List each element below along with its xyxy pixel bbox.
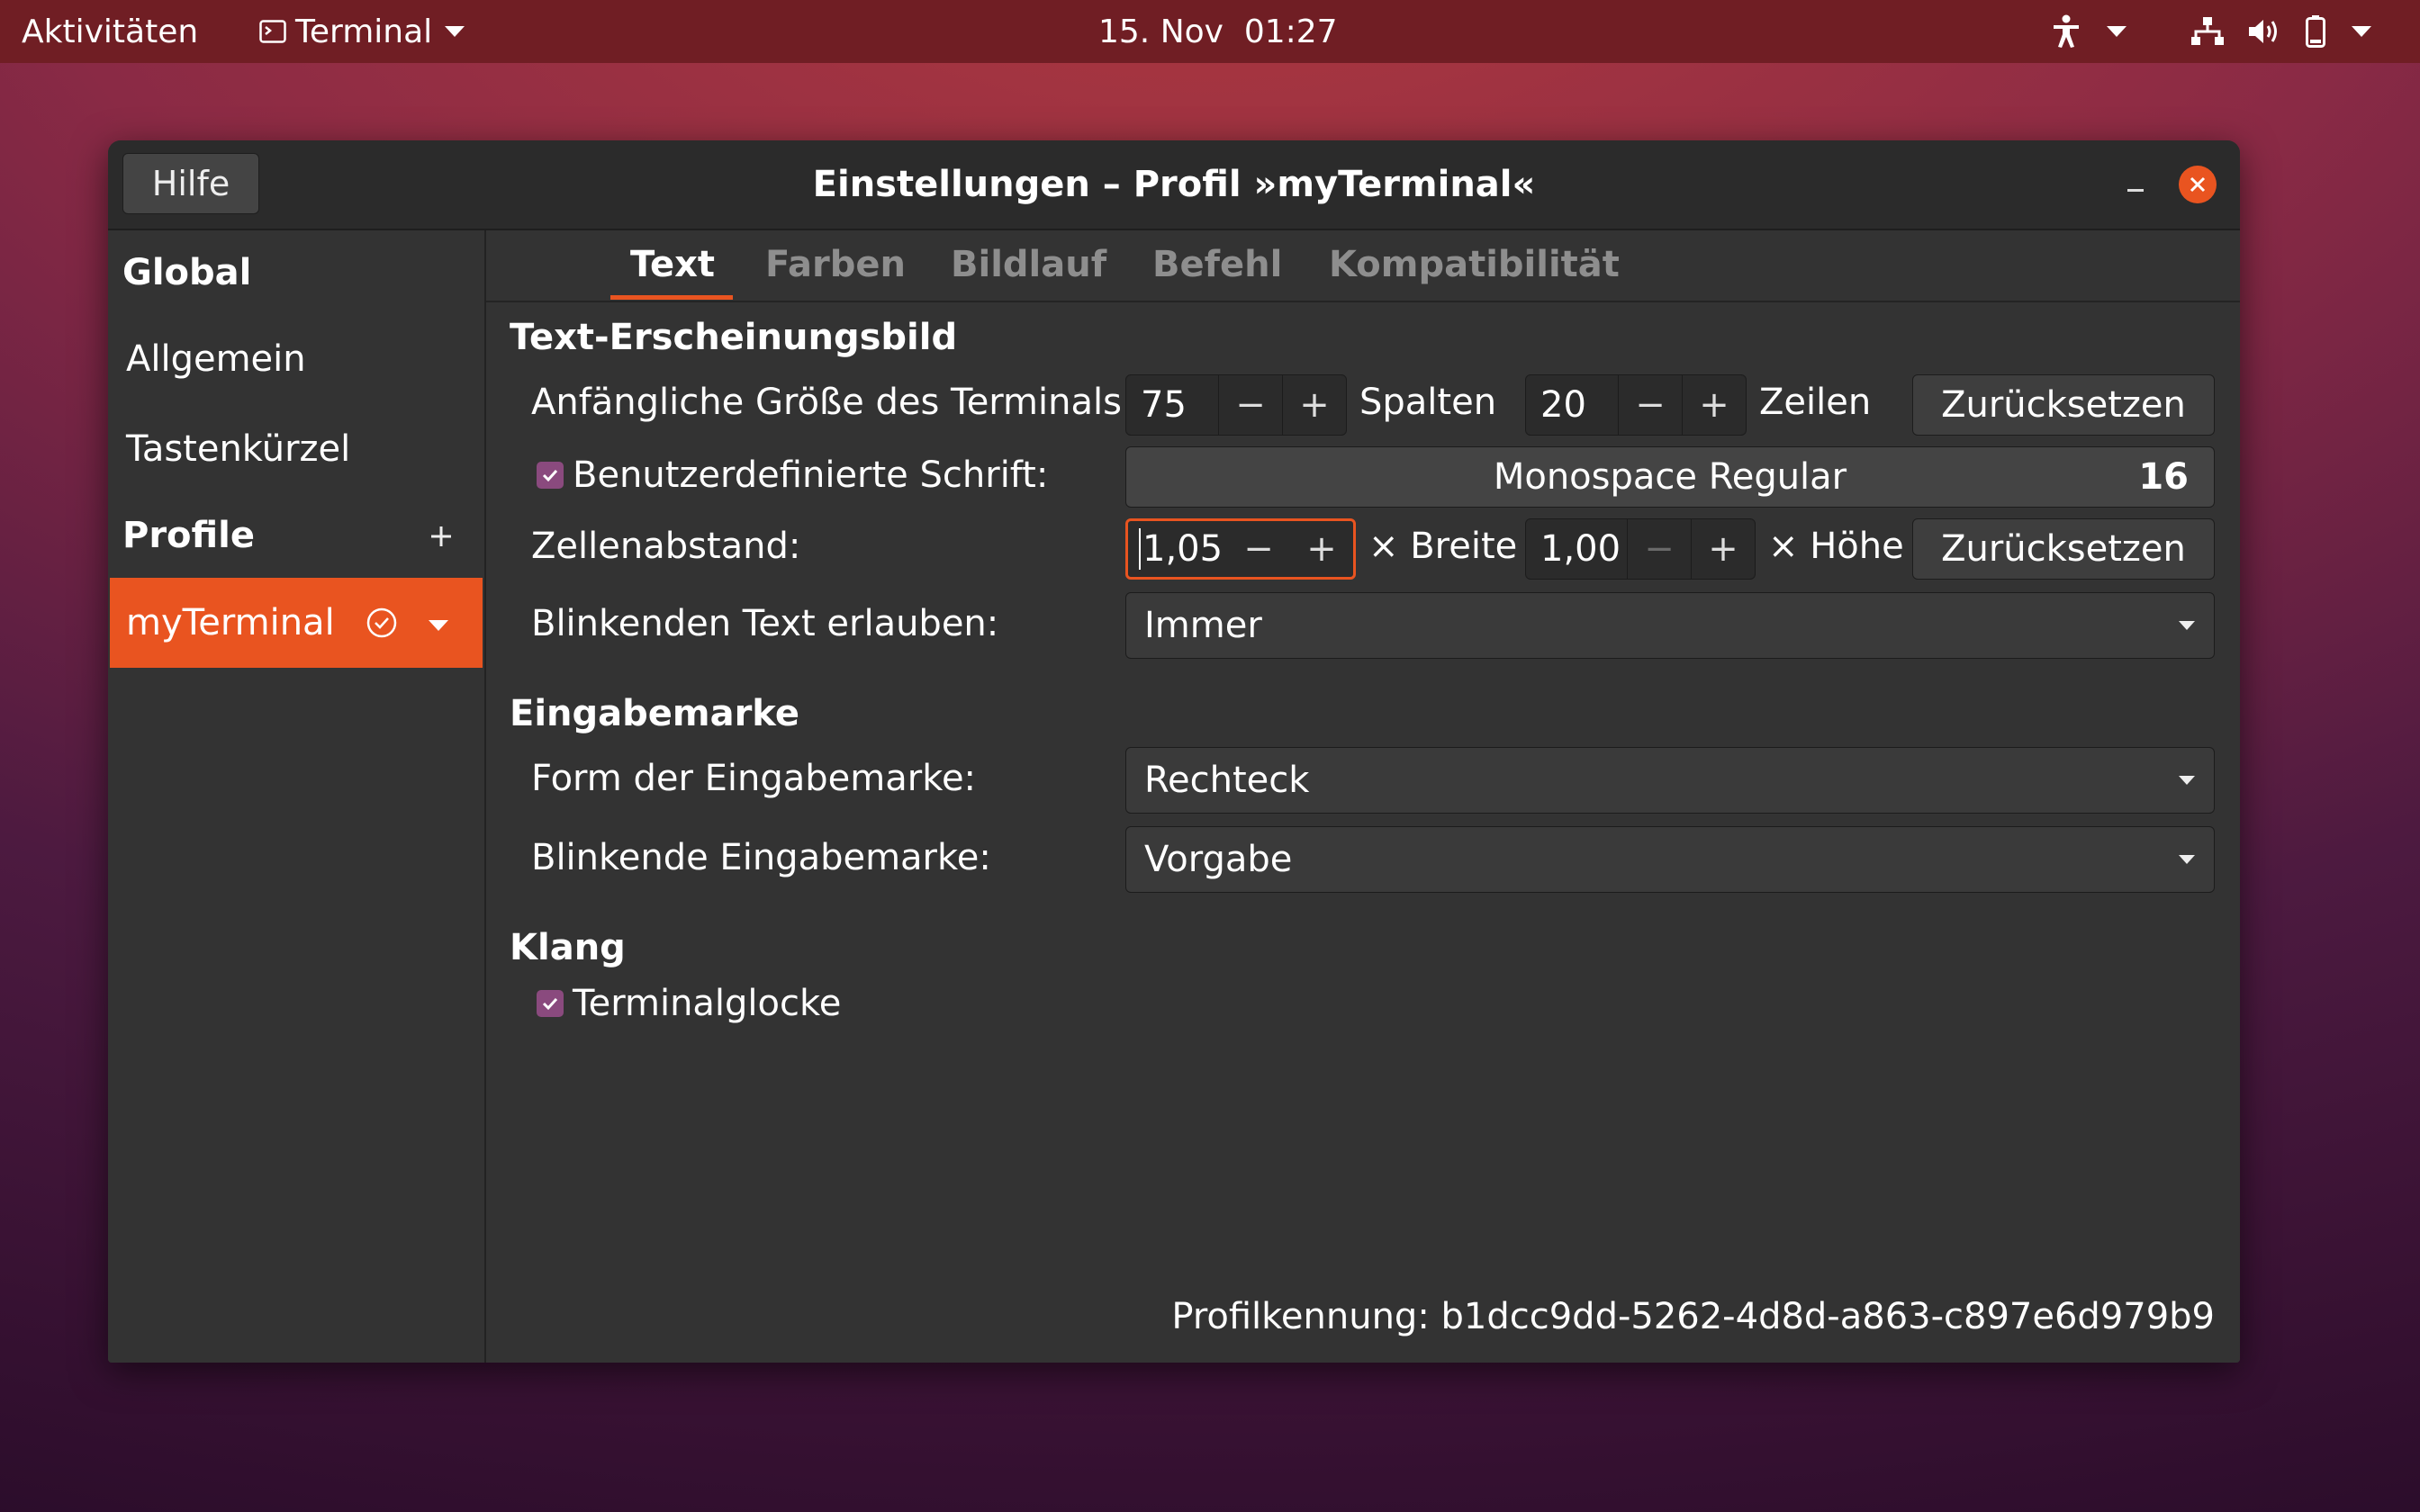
top-bar: Aktivitäten Terminal 15. Nov 01:27 xyxy=(0,0,2420,63)
sidebar-item-profile[interactable]: myTerminal xyxy=(110,578,483,668)
app-menu-label: Terminal xyxy=(295,13,433,50)
checkmark-icon xyxy=(542,997,558,1011)
minimize-button[interactable] xyxy=(2118,166,2154,202)
blink-text-value: Immer xyxy=(1144,605,1262,646)
sidebar: Global Allgemein Tastenkürzel Profile my… xyxy=(108,230,486,1363)
reset-size-button[interactable]: Zurücksetzen xyxy=(1912,374,2215,436)
clock-button[interactable]: 15. Nov 01:27 xyxy=(1098,0,1338,63)
system-menu[interactable] xyxy=(2190,0,2371,63)
terminal-icon xyxy=(259,20,286,43)
terminal-size-label: Anfängliche Größe des Terminals: xyxy=(531,382,1134,423)
activities-button[interactable]: Aktivitäten xyxy=(22,0,198,63)
close-icon xyxy=(2190,176,2206,193)
checkmark-icon xyxy=(542,469,558,482)
columns-unit-label: Spalten xyxy=(1359,382,1497,423)
chevron-down-icon xyxy=(2107,26,2127,37)
custom-font-checkbox[interactable] xyxy=(537,462,564,489)
sidebar-heading-global: Global xyxy=(122,252,252,293)
cursor-shape-label: Form der Eingabemarke: xyxy=(531,758,977,799)
active-tab-indicator xyxy=(610,295,733,300)
blink-text-label: Blinkenden Text erlauben: xyxy=(531,603,999,644)
minimize-icon xyxy=(2127,188,2144,192)
cell-width-decrement-button[interactable]: − xyxy=(1227,521,1290,577)
section-heading-cursor: Eingabemarke xyxy=(510,693,799,734)
font-name: Monospace Regular xyxy=(1493,456,1847,498)
rows-unit-label: Zeilen xyxy=(1759,382,1872,423)
cell-width-value[interactable]: 1,05 xyxy=(1139,528,1227,570)
chevron-down-icon xyxy=(2160,855,2214,864)
datetime-label: 15. Nov 01:27 xyxy=(1098,13,1338,50)
cell-height-spinbutton[interactable]: 1,00 − + xyxy=(1525,518,1756,580)
section-heading-sound: Klang xyxy=(510,927,626,968)
chevron-down-icon xyxy=(429,620,448,631)
chevron-down-icon xyxy=(445,26,465,37)
columns-decrement-button[interactable]: − xyxy=(1218,375,1282,435)
section-heading-text: Text-Erscheinungsbild xyxy=(510,317,958,358)
profile-name: myTerminal xyxy=(126,602,335,644)
window-title: Einstellungen – Profil »myTerminal« xyxy=(812,164,1536,205)
title-bar[interactable]: Einstellungen – Profil »myTerminal« Hilf… xyxy=(108,140,2240,230)
blink-text-combo[interactable]: Immer xyxy=(1125,592,2215,659)
cell-height-increment-button[interactable]: + xyxy=(1691,519,1755,579)
font-chooser-button[interactable]: Monospace Regular 16 xyxy=(1125,446,2215,508)
terminal-bell-label: Terminalglocke xyxy=(573,983,842,1024)
columns-spinbutton[interactable]: 75 − + xyxy=(1125,374,1347,436)
rows-spinbutton[interactable]: 20 − + xyxy=(1525,374,1747,436)
network-icon xyxy=(2190,16,2226,47)
cell-spacing-label: Zellenabstand: xyxy=(531,526,801,567)
accessibility-menu[interactable] xyxy=(2051,0,2127,63)
accessibility-icon xyxy=(2051,14,2081,49)
cursor-blink-label: Blinkende Eingabemarke: xyxy=(531,837,991,878)
cursor-blink-value: Vorgabe xyxy=(1144,839,1293,880)
close-button[interactable] xyxy=(2179,166,2217,203)
battery-icon xyxy=(2305,14,2326,49)
columns-value: 75 xyxy=(1141,384,1187,426)
terminal-bell-checkbox[interactable] xyxy=(537,990,564,1017)
tab-compatibility[interactable]: Kompatibilität xyxy=(1329,230,1620,299)
help-button[interactable]: Hilfe xyxy=(122,153,259,214)
tab-scrolling[interactable]: Bildlauf xyxy=(951,230,1106,299)
tab-colors[interactable]: Farben xyxy=(765,230,906,299)
reset-spacing-button[interactable]: Zurücksetzen xyxy=(1912,518,2215,580)
volume-icon xyxy=(2247,16,2281,47)
rows-value: 20 xyxy=(1540,384,1586,426)
cursor-shape-combo[interactable]: Rechteck xyxy=(1125,747,2215,814)
cell-width-increment-button[interactable]: + xyxy=(1290,521,1353,577)
sidebar-item-general[interactable]: Allgemein xyxy=(126,338,306,380)
sidebar-heading-profiles: Profile xyxy=(122,515,256,556)
cell-height-value: 1,00 xyxy=(1540,528,1621,570)
rows-increment-button[interactable]: + xyxy=(1682,375,1746,435)
columns-increment-button[interactable]: + xyxy=(1282,375,1346,435)
profile-menu-button[interactable] xyxy=(429,617,448,634)
cell-width-unit-label: × Breite xyxy=(1368,526,1518,567)
cell-width-spinbutton[interactable]: 1,05 − + xyxy=(1125,518,1356,580)
tab-bar: Text Farben Bildlauf Befehl Kompatibilit… xyxy=(486,230,2240,302)
cursor-blink-combo[interactable]: Vorgabe xyxy=(1125,826,2215,893)
default-profile-check-icon xyxy=(366,607,398,643)
terminal-bell-row: Terminalglocke xyxy=(537,983,841,1024)
tab-text[interactable]: Text xyxy=(630,230,715,299)
plus-icon xyxy=(431,526,451,546)
add-profile-button[interactable] xyxy=(423,518,459,554)
profile-id: Profilkennung: b1dcc9dd-5262-4d8d-a863-c… xyxy=(1171,1296,2215,1337)
chevron-down-icon xyxy=(2160,776,2214,785)
cell-height-decrement-button[interactable]: − xyxy=(1627,519,1691,579)
font-size: 16 xyxy=(2138,456,2189,498)
app-menu-button[interactable]: Terminal xyxy=(259,0,465,63)
custom-font-row: Benutzerdefinierte Schrift: xyxy=(537,454,1048,496)
cursor-shape-value: Rechteck xyxy=(1144,760,1310,801)
cell-height-unit-label: × Höhe xyxy=(1768,526,1904,567)
custom-font-label: Benutzerdefinierte Schrift: xyxy=(573,454,1049,496)
tab-command[interactable]: Befehl xyxy=(1152,230,1282,299)
sidebar-item-shortcuts[interactable]: Tastenkürzel xyxy=(126,428,350,470)
chevron-down-icon xyxy=(2352,26,2371,37)
chevron-down-icon xyxy=(2160,621,2214,630)
activities-label: Aktivitäten xyxy=(22,13,199,50)
rows-decrement-button[interactable]: − xyxy=(1618,375,1682,435)
